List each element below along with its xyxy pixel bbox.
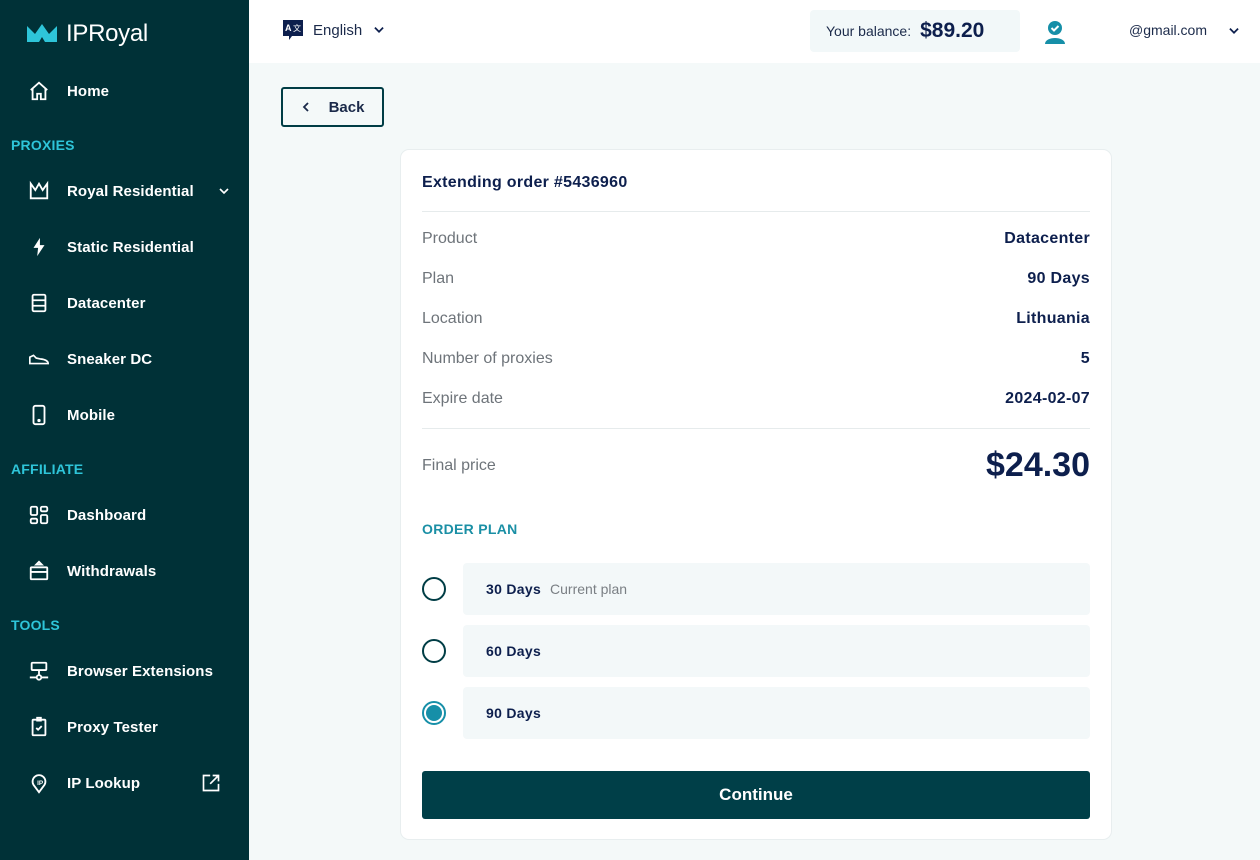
sidebar: IPRoyal Home PROXIES Royal Residential S… bbox=[0, 0, 249, 860]
sidebar-item-label: Mobile bbox=[67, 406, 116, 424]
chevron-down-icon[interactable] bbox=[213, 180, 235, 202]
svg-text:文: 文 bbox=[293, 23, 301, 33]
current-plan-note: Current plan bbox=[550, 581, 628, 597]
final-price-label: Final price bbox=[422, 457, 496, 474]
balance-value: $89.20 bbox=[920, 19, 985, 42]
mobile-icon bbox=[27, 403, 51, 427]
sidebar-item-proxy-tester[interactable]: Proxy Tester bbox=[0, 707, 249, 747]
plan-option-box[interactable]: 60 Days bbox=[463, 625, 1090, 677]
lightning-icon bbox=[27, 235, 51, 259]
account-chevron-down-icon[interactable] bbox=[1227, 24, 1241, 38]
detail-value: Datacenter bbox=[1004, 230, 1090, 247]
sidebar-item-label: Proxy Tester bbox=[67, 718, 158, 736]
detail-row-plan: Plan 90 Days bbox=[422, 270, 1090, 294]
wallet-icon bbox=[27, 559, 51, 583]
language-selector[interactable]: A 文 English bbox=[283, 20, 386, 40]
sidebar-item-label: Withdrawals bbox=[67, 562, 157, 580]
sidebar-item-label: IP Lookup bbox=[67, 774, 141, 792]
sidebar-item-sneaker-dc[interactable]: Sneaker DC bbox=[0, 339, 249, 379]
radio-button[interactable] bbox=[422, 577, 446, 601]
detail-key: Number of proxies bbox=[422, 350, 553, 367]
radio-button[interactable] bbox=[422, 639, 446, 663]
chevron-left-icon bbox=[302, 102, 309, 112]
server-icon bbox=[27, 291, 51, 315]
translate-icon: A 文 bbox=[283, 20, 303, 40]
sidebar-item-browser-extensions[interactable]: Browser Extensions bbox=[0, 651, 249, 691]
divider bbox=[422, 211, 1090, 212]
sidebar-item-home[interactable]: Home bbox=[0, 71, 249, 111]
logo[interactable]: IPRoyal bbox=[26, 20, 148, 48]
sidebar-item-label: Dashboard bbox=[67, 506, 147, 524]
detail-key: Location bbox=[422, 310, 483, 327]
back-label: Back bbox=[328, 98, 365, 116]
detail-key: Plan bbox=[422, 270, 455, 287]
section-tools: TOOLS bbox=[11, 617, 60, 633]
detail-key: Expire date bbox=[422, 390, 503, 407]
sidebar-item-label: Datacenter bbox=[67, 294, 146, 312]
back-button[interactable]: Back bbox=[281, 87, 384, 127]
detail-value: Lithuania bbox=[1016, 310, 1090, 327]
sidebar-item-ip-lookup[interactable]: IP IP Lookup bbox=[0, 763, 249, 803]
plan-name: 90 Days bbox=[486, 705, 542, 721]
order-plan-heading: ORDER PLAN bbox=[422, 521, 518, 537]
sidebar-item-datacenter[interactable]: Datacenter bbox=[0, 283, 249, 323]
svg-text:A: A bbox=[285, 23, 292, 33]
card-title: Extending order #5436960 bbox=[422, 174, 628, 191]
sidebar-item-static-residential[interactable]: Static Residential bbox=[0, 227, 249, 267]
topbar: A 文 English Your balance: $89.20 @gmail.… bbox=[249, 0, 1260, 63]
ip-pin-icon: IP bbox=[27, 771, 51, 795]
section-affiliate: AFFILIATE bbox=[11, 461, 84, 477]
sidebar-item-label: Royal Residential bbox=[67, 182, 194, 200]
dashboard-icon bbox=[27, 503, 51, 527]
sneaker-icon bbox=[27, 347, 51, 371]
continue-button[interactable]: Continue bbox=[422, 771, 1090, 819]
radio-button-selected[interactable] bbox=[422, 701, 446, 725]
sidebar-item-dashboard[interactable]: Dashboard bbox=[0, 495, 249, 535]
plan-option-30-days[interactable]: 30 Days Current plan bbox=[422, 563, 1090, 615]
language-label: English bbox=[313, 21, 363, 39]
logo-text: IPRoyal bbox=[66, 20, 148, 47]
svg-text:IP: IP bbox=[37, 780, 44, 787]
plan-option-60-days[interactable]: 60 Days bbox=[422, 625, 1090, 677]
detail-row-expire-date: Expire date 2024-02-07 bbox=[422, 390, 1090, 414]
detail-row-product: Product Datacenter bbox=[422, 230, 1090, 254]
sidebar-item-mobile[interactable]: Mobile bbox=[0, 395, 249, 435]
detail-value: 90 Days bbox=[1027, 270, 1090, 287]
sidebar-item-royal-residential[interactable]: Royal Residential bbox=[0, 171, 249, 211]
sidebar-item-label: Static Residential bbox=[67, 238, 194, 256]
sidebar-item-label: Home bbox=[67, 82, 110, 100]
home-icon bbox=[27, 79, 51, 103]
divider bbox=[422, 428, 1090, 429]
sidebar-item-label: Browser Extensions bbox=[67, 662, 214, 680]
plan-option-box[interactable]: 90 Days bbox=[463, 687, 1090, 739]
detail-row-location: Location Lithuania bbox=[422, 310, 1090, 334]
crown-logo-icon bbox=[27, 24, 57, 42]
network-icon bbox=[27, 659, 51, 683]
plan-option-90-days[interactable]: 90 Days bbox=[422, 687, 1090, 739]
sidebar-item-label: Sneaker DC bbox=[67, 350, 153, 368]
verified-user-icon[interactable] bbox=[1043, 20, 1067, 44]
balance-label: Your balance: bbox=[826, 23, 912, 39]
detail-key: Product bbox=[422, 230, 478, 247]
section-proxies: PROXIES bbox=[11, 137, 75, 153]
balance-box: Your balance: $89.20 bbox=[810, 10, 1020, 52]
crown-icon bbox=[27, 179, 51, 203]
plan-option-box[interactable]: 30 Days Current plan bbox=[463, 563, 1090, 615]
chevron-down-icon bbox=[374, 27, 384, 33]
clipboard-check-icon bbox=[27, 715, 51, 739]
sidebar-item-withdrawals[interactable]: Withdrawals bbox=[0, 551, 249, 591]
extend-order-card: Extending order #5436960 Product Datacen… bbox=[401, 150, 1111, 839]
detail-value: 2024-02-07 bbox=[1005, 390, 1090, 407]
detail-value: 5 bbox=[1080, 350, 1090, 367]
detail-row-proxies: Number of proxies 5 bbox=[422, 350, 1090, 374]
final-price-value: $24.30 bbox=[986, 446, 1090, 484]
plan-name: 60 Days bbox=[486, 643, 542, 659]
external-link-icon[interactable] bbox=[200, 772, 222, 794]
plan-name: 30 Days bbox=[486, 581, 542, 597]
account-email[interactable]: @gmail.com bbox=[1129, 22, 1207, 38]
